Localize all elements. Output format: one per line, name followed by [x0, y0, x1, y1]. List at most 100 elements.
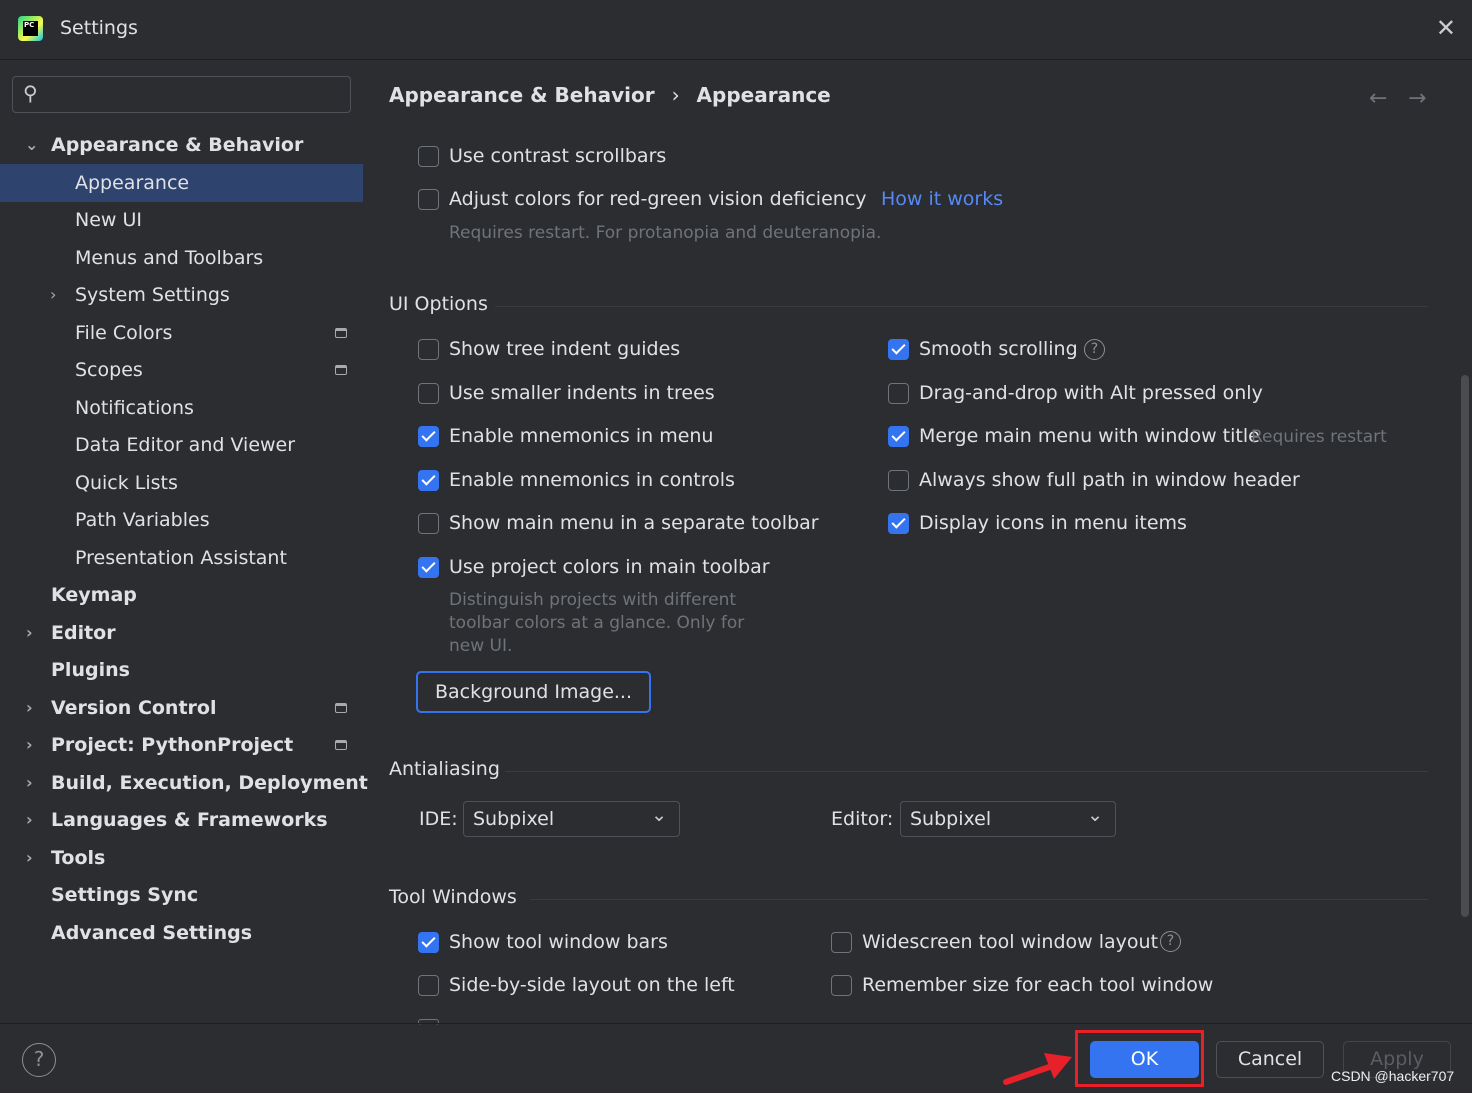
pycharm-logo: PC	[18, 16, 43, 41]
close-icon[interactable]: ✕	[1436, 14, 1456, 42]
ui-option-checkbox[interactable]	[418, 513, 439, 535]
red-green-label: Adjust colors for red-green vision defic…	[449, 188, 867, 210]
sidebar-item-label: Presentation Assistant	[75, 546, 287, 569]
sidebar-item[interactable]: Settings Sync	[0, 876, 363, 914]
ui-option-checkbox[interactable]	[418, 382, 439, 404]
ui-option-label: Use project colors in main toolbar	[449, 556, 770, 578]
search-input[interactable]: ⚲	[12, 76, 351, 113]
sidebar-item-label: Advanced Settings	[51, 921, 253, 944]
sidebar-item[interactable]: Path Variables	[0, 501, 363, 539]
sidebar-item-label: Settings Sync	[51, 884, 199, 906]
chevron-down-icon[interactable]: ⌄	[25, 126, 38, 164]
chevron-right-icon[interactable]: ›	[50, 276, 56, 314]
back-arrow-icon[interactable]: ←	[1369, 86, 1387, 111]
sidebar-item[interactable]: Scopes	[0, 351, 363, 389]
chevron-right-icon[interactable]: ›	[26, 614, 33, 652]
background-image-button[interactable]: Background Image...	[416, 671, 651, 713]
chevron-right-icon[interactable]: ›	[26, 764, 33, 802]
tool-window-option-checkbox[interactable]	[418, 932, 439, 953]
sidebar-item-label: New UI	[75, 209, 142, 231]
sidebar-item-label: Keymap	[51, 584, 137, 606]
sidebar-item-label: Editor	[51, 621, 116, 644]
sidebar-item[interactable]: Quick Lists	[0, 464, 363, 502]
editor-antialiasing-select[interactable]: Subpixel	[900, 798, 1116, 837]
project-scope-icon	[335, 365, 347, 375]
window-title: Settings	[60, 17, 138, 39]
how-it-works-link[interactable]: How it works	[881, 188, 1003, 210]
sidebar-item-label: Quick Lists	[75, 471, 178, 494]
tool-window-option-label: Show tool window bars	[449, 931, 668, 953]
breadcrumb-current: Appearance	[696, 83, 831, 107]
sidebar-item[interactable]: Plugins	[0, 651, 363, 689]
forward-arrow-icon[interactable]: →	[1408, 86, 1426, 111]
chevron-right-icon[interactable]: ›	[26, 689, 33, 727]
sidebar-item-label: Plugins	[51, 659, 130, 681]
sidebar-item[interactable]: Advanced Settings	[0, 914, 363, 952]
ui-option-checkbox[interactable]	[418, 426, 439, 448]
sidebar-item[interactable]: Tools ›	[0, 839, 363, 877]
ui-option-checkbox[interactable]	[418, 339, 439, 360]
sidebar-item[interactable]: Version Control ›	[0, 689, 363, 727]
ide-label: IDE:	[419, 808, 458, 830]
sidebar-item[interactable]: Appearance	[0, 163, 363, 202]
project-scope-icon	[335, 327, 347, 338]
editor-label: Editor:	[831, 808, 894, 830]
sidebar-item[interactable]: Data Editor and Viewer	[0, 426, 363, 464]
sidebar-item[interactable]: File Colors	[0, 314, 363, 352]
sidebar-item-label: System Settings	[75, 284, 230, 306]
sidebar-item[interactable]: Menus and Toolbars	[0, 239, 363, 277]
requires-restart-note: Requires restart	[1251, 427, 1387, 447]
breadcrumb-parent[interactable]: Appearance & Behavior	[389, 83, 655, 107]
help-icon[interactable]: ?	[1084, 339, 1105, 360]
sidebar-item[interactable]: Notifications	[0, 389, 363, 427]
ui-option-checkbox[interactable]	[888, 469, 909, 491]
ide-antialiasing-select[interactable]: Subpixel	[463, 798, 680, 837]
sidebar-item[interactable]: Build, Execution, Deployment ›	[0, 764, 368, 802]
chevron-right-icon[interactable]: ›	[26, 801, 33, 839]
contrast-scrollbars-checkbox[interactable]	[418, 146, 439, 167]
antialiasing-title: Antialiasing	[389, 758, 500, 780]
search-icon: ⚲	[23, 81, 38, 105]
ui-option-checkbox[interactable]	[888, 339, 909, 360]
chevron-right-icon[interactable]: ›	[26, 839, 33, 877]
sidebar-item[interactable]: Presentation Assistant	[0, 539, 363, 577]
ui-option-checkbox[interactable]	[418, 557, 439, 578]
scrollbar[interactable]	[1461, 375, 1469, 917]
contrast-scrollbars-label: Use contrast scrollbars	[449, 145, 667, 167]
sidebar-item[interactable]: Appearance & Behavior ⌄	[0, 126, 363, 164]
ui-option-label: Drag-and-drop with Alt pressed only	[919, 381, 1263, 404]
cancel-button[interactable]: Cancel	[1216, 1041, 1324, 1078]
help-icon[interactable]: ?	[1160, 931, 1181, 952]
sidebar-item-label: Appearance	[75, 171, 190, 194]
sidebar-item[interactable]: Project: PythonProject ›	[0, 726, 363, 764]
ui-option-label: Use smaller indents in trees	[449, 381, 715, 404]
ui-options-title: UI Options	[389, 293, 488, 315]
sidebar-item-label: Menus and Toolbars	[75, 246, 264, 269]
sidebar-item-label: Data Editor and Viewer	[75, 434, 296, 456]
help-button[interactable]: ?	[22, 1043, 56, 1077]
title-bar	[0, 0, 1472, 60]
sidebar-item-label: Tools	[51, 846, 106, 869]
tool-window-option-checkbox[interactable]	[831, 975, 852, 996]
tool-window-option-checkbox[interactable]	[831, 932, 852, 953]
ui-option-checkbox[interactable]	[418, 469, 439, 491]
sidebar-item-label: File Colors	[75, 321, 173, 344]
red-green-checkbox[interactable]	[418, 189, 439, 210]
ui-option-checkbox[interactable]	[888, 382, 909, 404]
ui-option-label: Display icons in menu items	[919, 512, 1187, 535]
breadcrumb: Appearance & Behavior › Appearance	[389, 83, 831, 107]
sidebar-item[interactable]: New UI	[0, 201, 363, 239]
sidebar-item[interactable]: Editor ›	[0, 614, 363, 652]
watermark: CSDN @hacker707	[1331, 1068, 1455, 1084]
ui-option-checkbox[interactable]	[888, 426, 909, 448]
tool-window-option-checkbox[interactable]	[418, 975, 439, 996]
sidebar-item[interactable]: Languages & Frameworks ›	[0, 801, 363, 839]
annotation-arrow	[1003, 1053, 1072, 1085]
sidebar-item[interactable]: System Settings ›	[0, 276, 363, 314]
sidebar-item[interactable]: Keymap	[0, 576, 363, 614]
tool-windows-title: Tool Windows	[389, 886, 517, 908]
ui-option-checkbox[interactable]	[888, 513, 909, 535]
partial-checkbox	[418, 1019, 439, 1025]
chevron-right-icon[interactable]: ›	[26, 726, 33, 764]
breadcrumb-separator: ›	[671, 83, 680, 107]
